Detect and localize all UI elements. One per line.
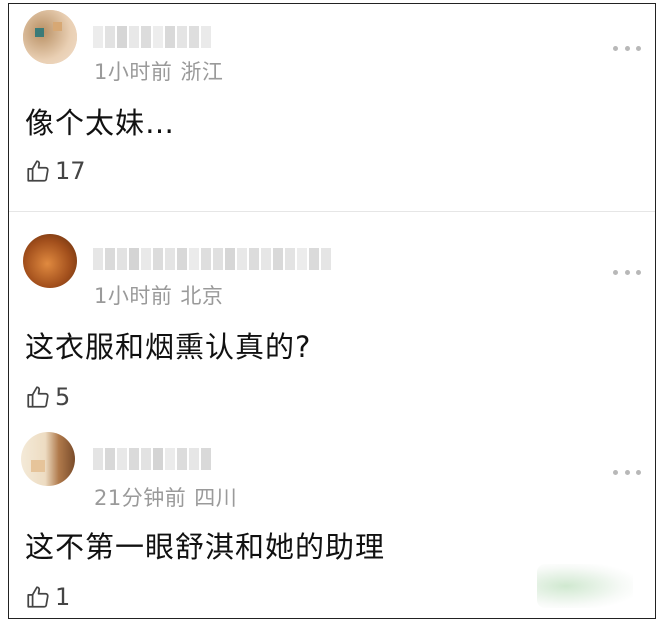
comment-item: 1小时前 北京 这衣服和烟熏认真的? 5	[9, 212, 655, 420]
like-button[interactable]: 1	[25, 582, 70, 612]
comment-meta: 21分钟前 四川	[94, 482, 237, 512]
comment-meta: 1小时前 浙江	[94, 56, 223, 86]
username-blurred[interactable]	[93, 26, 211, 48]
more-dots-icon[interactable]	[613, 44, 641, 52]
username-blurred[interactable]	[93, 248, 331, 270]
comment-time: 21分钟前	[94, 486, 187, 510]
comment-text: 像个太妹…	[25, 106, 176, 140]
like-count: 17	[55, 157, 86, 185]
comment-text: 这衣服和烟熏认真的?	[25, 330, 312, 364]
comment-list: 1小时前 浙江 像个太妹… 17 1小时前 北京 这衣服和烟熏认真的? 5 21…	[8, 3, 656, 619]
avatar[interactable]	[23, 234, 77, 288]
comment-location: 四川	[194, 486, 238, 510]
thumbs-up-icon	[27, 160, 49, 182]
avatar[interactable]	[23, 10, 77, 64]
comment-text: 这不第一眼舒淇和她的助理	[25, 530, 386, 564]
like-count: 1	[55, 583, 71, 611]
comment-time: 1小时前	[94, 60, 173, 84]
thumbs-up-icon	[27, 586, 49, 608]
like-button[interactable]: 17	[25, 156, 86, 186]
comment-location: 北京	[180, 284, 224, 308]
username-blurred[interactable]	[93, 448, 211, 470]
comment-time: 1小时前	[94, 284, 173, 308]
watermark-logo	[537, 564, 633, 608]
avatar[interactable]	[21, 432, 75, 486]
comment-meta: 1小时前 北京	[94, 280, 223, 310]
like-count: 5	[55, 383, 71, 411]
comment-location: 浙江	[180, 60, 224, 84]
thumbs-up-icon	[27, 386, 49, 408]
like-button[interactable]: 5	[25, 382, 70, 412]
more-dots-icon[interactable]	[613, 268, 641, 276]
more-dots-icon[interactable]	[613, 468, 641, 476]
comment-item: 1小时前 浙江 像个太妹… 17	[9, 4, 655, 210]
